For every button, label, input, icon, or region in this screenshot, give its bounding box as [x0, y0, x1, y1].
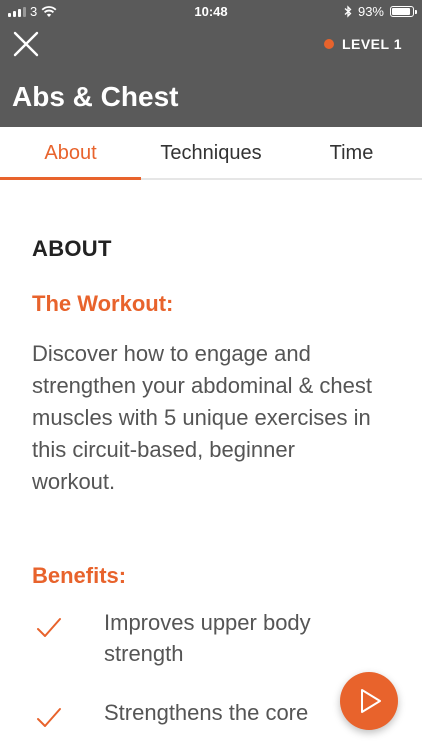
tab-time[interactable]: Time — [281, 127, 422, 180]
level-indicator: LEVEL 1 — [323, 36, 402, 52]
workout-heading: The Workout: — [32, 291, 174, 316]
battery-percent: 93% — [357, 4, 384, 19]
tab-about[interactable]: About — [0, 127, 141, 180]
workout-header: 3 10:48 93% LEVEL 1 Abs & Chest — [0, 0, 422, 127]
check-icon — [37, 618, 61, 637]
about-section: ABOUT — [32, 236, 392, 262]
level-label: LEVEL 1 — [341, 36, 402, 52]
close-button[interactable] — [12, 30, 40, 58]
status-bar: 3 10:48 93% — [0, 0, 422, 24]
check-icon — [37, 708, 61, 727]
battery-fill — [392, 8, 410, 15]
benefit-text: Improves upper body strength — [104, 610, 311, 666]
benefit-text: Strengthens the core — [104, 700, 309, 725]
level-dot — [323, 39, 334, 49]
close-icon — [13, 31, 39, 57]
page-title: Abs & Chest — [12, 81, 179, 112]
active-tab-indicator — [0, 177, 141, 180]
tab-techniques[interactable]: Techniques — [141, 127, 281, 180]
battery-icon — [390, 6, 417, 17]
workout-description: Discover how to engage and strengthen yo… — [32, 341, 372, 494]
play-icon — [361, 689, 381, 713]
bluetooth-icon — [344, 5, 352, 18]
tab-bar: About Techniques Time — [0, 127, 422, 180]
benefits-heading: Benefits: — [32, 563, 127, 588]
start-workout-button[interactable] — [340, 672, 398, 730]
status-right: 93% — [344, 4, 417, 19]
section-heading: ABOUT — [32, 236, 112, 261]
